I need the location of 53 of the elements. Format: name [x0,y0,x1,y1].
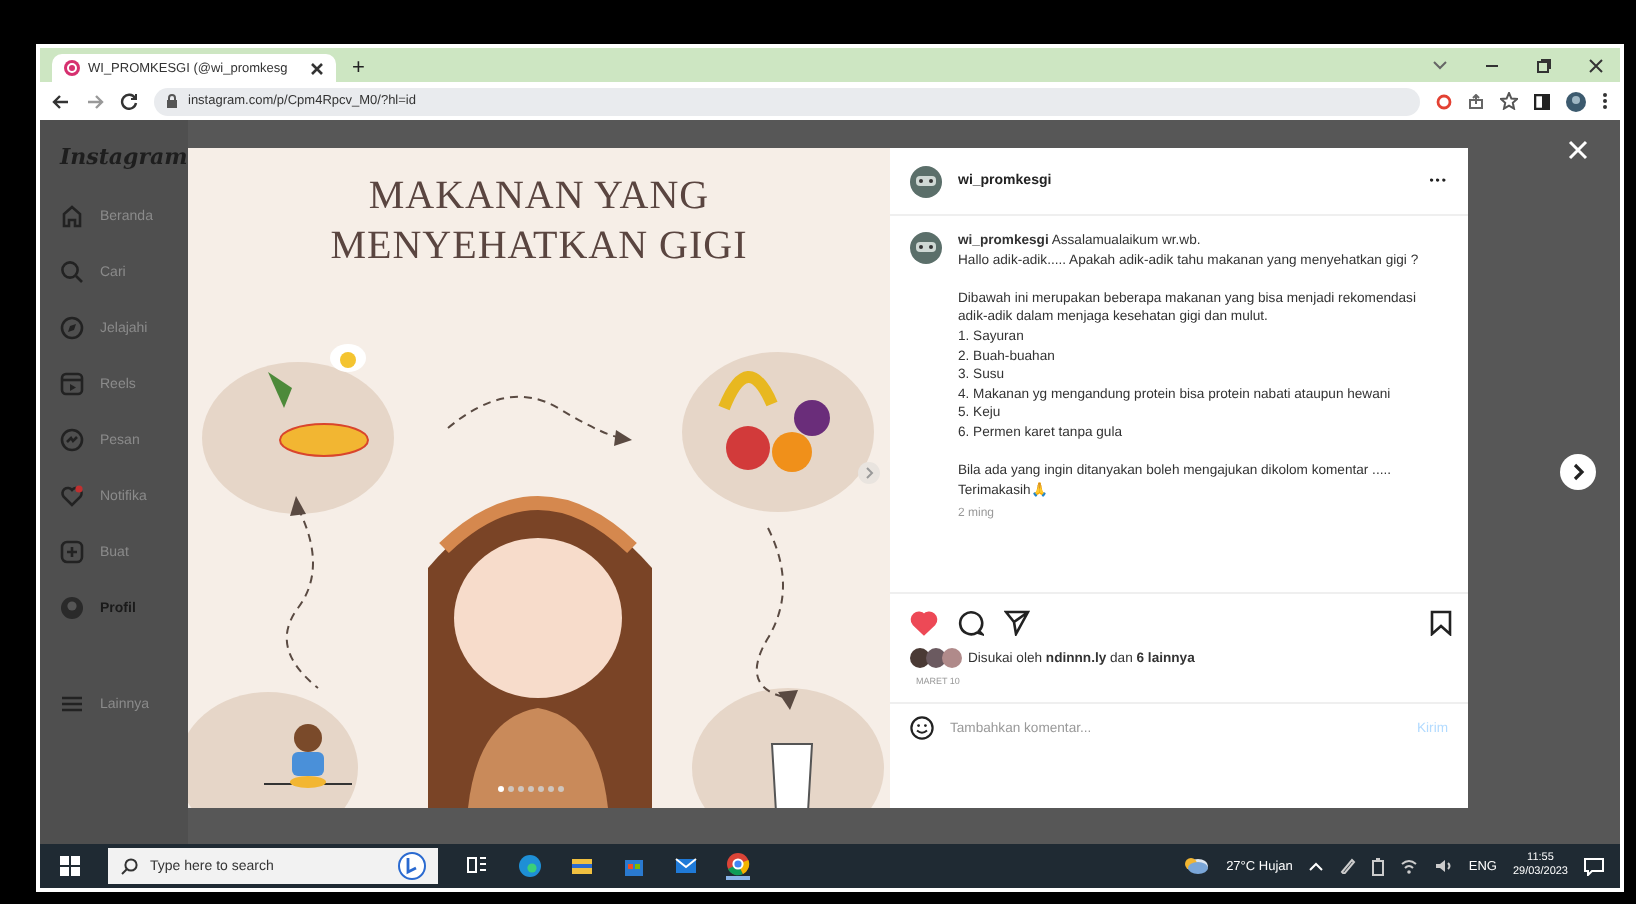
liker-avatars-icon [910,648,962,668]
new-tab-button[interactable]: + [352,54,365,82]
compass-icon [60,316,84,340]
back-arrow-icon[interactable] [52,93,70,109]
menu-icon [60,692,84,716]
search-icon [60,260,84,284]
chrome-browser-icon[interactable] [726,852,750,880]
home-icon [60,204,84,228]
slide-indicator-dot[interactable] [518,786,524,792]
restore-icon[interactable] [1536,57,1552,73]
comment-icon[interactable] [958,610,984,636]
avatar-icon[interactable] [1566,91,1586,111]
bookmark-icon[interactable] [1430,610,1452,636]
search-icon [120,857,138,875]
side-panel-icon[interactable] [1534,93,1550,109]
slide-indicator-dot[interactable] [528,786,534,792]
image-title: MAKANAN YANG MENYEHATKAN GIGI [330,172,748,272]
task-view-icon[interactable] [466,854,490,878]
emoji-icon[interactable] [910,716,934,740]
like-heart-icon[interactable] [910,610,938,636]
send-icon[interactable] [1004,610,1030,636]
windows-start-icon[interactable] [60,856,80,876]
slide-indicator-dot[interactable] [548,786,554,792]
messenger-icon [60,428,84,452]
profile-avatar-icon [60,596,84,620]
next-post-icon[interactable] [1560,454,1596,490]
minimize-icon[interactable] [1484,59,1500,71]
kebab-menu-icon[interactable] [1602,92,1608,110]
star-icon[interactable] [1500,92,1518,110]
slide-indicator-dot[interactable] [558,786,564,792]
slide-indicator-dot[interactable] [498,786,504,792]
close-icon[interactable] [310,61,324,75]
reels-icon [60,372,84,396]
forward-arrow-icon[interactable] [86,93,104,109]
speaker-icon[interactable] [1434,858,1453,874]
notification-icon[interactable] [1584,857,1604,875]
share-icon[interactable] [1468,93,1484,109]
chevron-down-icon[interactable] [1432,59,1448,71]
favicon-icon [64,60,80,76]
chevron-up-icon[interactable] [1308,860,1325,872]
lock-icon [166,94,178,108]
network-icon[interactable] [1400,858,1419,874]
profile-avatar-icon[interactable] [910,165,942,197]
pen-icon[interactable] [1340,858,1357,874]
mail-envelope-icon[interactable] [674,854,698,878]
heart-icon [60,484,84,508]
profile-avatar-icon[interactable] [910,232,942,264]
reload-icon[interactable] [120,92,138,110]
close-icon[interactable] [1588,57,1604,73]
slide-indicator-dot[interactable] [538,786,544,792]
battery-icon[interactable] [1372,857,1385,875]
plus-square-icon [60,540,84,564]
slide-indicator-dot[interactable] [508,786,514,792]
